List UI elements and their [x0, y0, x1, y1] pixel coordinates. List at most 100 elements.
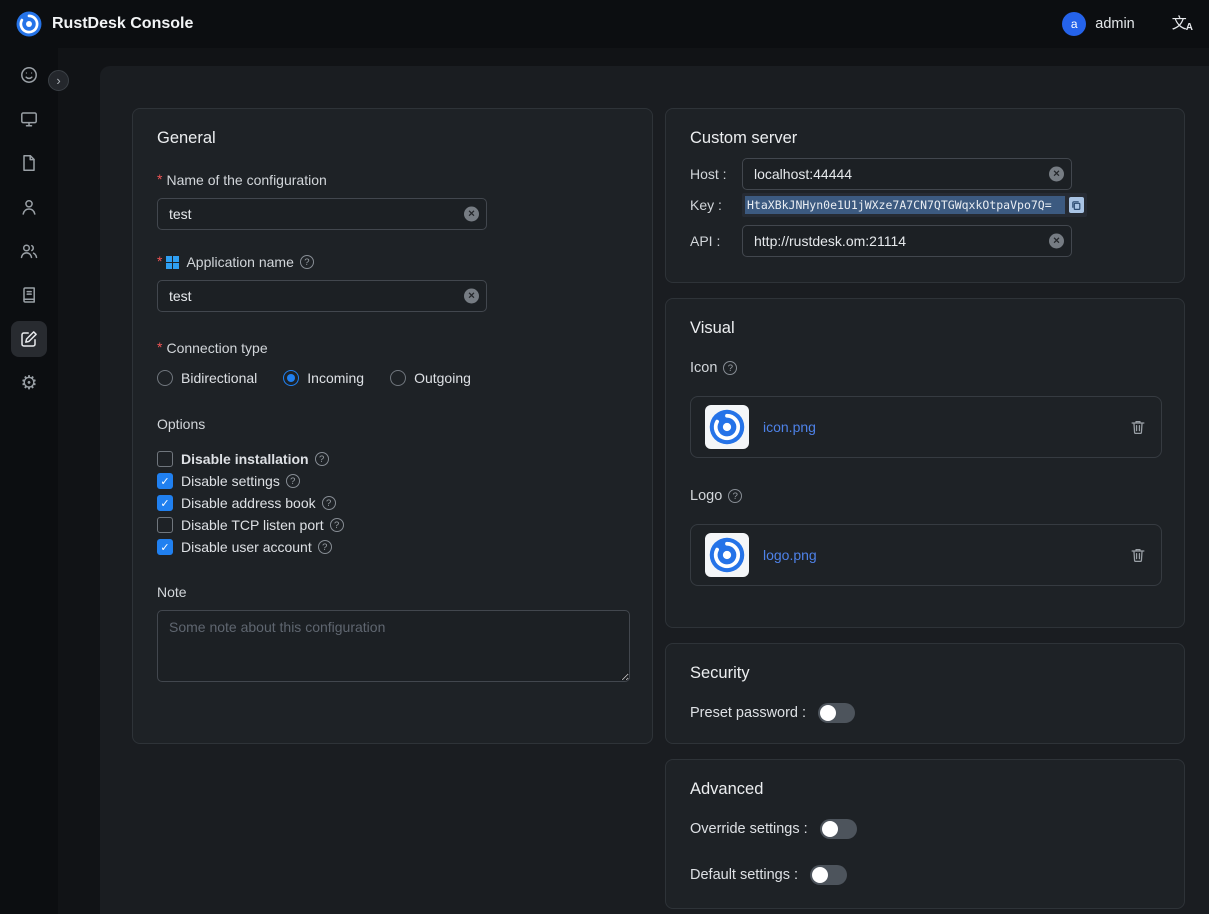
clear-icon[interactable]: ✕	[1049, 234, 1064, 249]
clear-icon[interactable]: ✕	[464, 289, 479, 304]
options-checkbox-list: Disable installation ? ✓ Disable setting…	[157, 448, 628, 558]
checkbox-row-disable-settings[interactable]: ✓ Disable settings ?	[157, 470, 628, 492]
advanced-card-title: Advanced	[690, 780, 1160, 799]
logo-file-link[interactable]: logo.png	[763, 547, 817, 563]
app-title: RustDesk Console	[52, 15, 193, 33]
default-settings-row: Default settings :	[690, 865, 1160, 885]
options-label: Options	[157, 416, 628, 432]
sidebar-item-users[interactable]	[0, 185, 58, 229]
override-settings-toggle[interactable]	[820, 819, 857, 839]
sidebar-item-address-books[interactable]	[0, 273, 58, 317]
icon-label: Icon ?	[690, 360, 1160, 376]
icon-file-thumbnail	[705, 405, 749, 449]
left-column: General * Name of the configuration ✕ * …	[132, 108, 653, 744]
username[interactable]: admin	[1095, 16, 1135, 32]
gear-icon: ⚙	[11, 365, 47, 401]
required-asterisk: *	[157, 171, 162, 187]
windows-icon	[166, 256, 179, 269]
help-icon[interactable]: ?	[728, 489, 742, 503]
clear-icon[interactable]: ✕	[1049, 167, 1064, 182]
sidebar-item-settings[interactable]: ⚙	[0, 361, 58, 405]
help-icon[interactable]: ?	[315, 452, 329, 466]
radio-label: Outgoing	[414, 370, 471, 386]
avatar[interactable]: a	[1062, 12, 1086, 36]
advanced-card: Advanced Override settings : Default set…	[665, 759, 1185, 909]
checkbox-checked[interactable]: ✓	[157, 473, 173, 489]
help-icon[interactable]: ?	[330, 518, 344, 532]
main-panel: General * Name of the configuration ✕ * …	[100, 66, 1209, 914]
logo-label-text: Logo	[690, 488, 722, 504]
app-name-input[interactable]	[157, 280, 487, 312]
top-bar: RustDesk Console a admin 文A	[0, 0, 1209, 48]
checkbox-row-disable-user-account[interactable]: ✓ Disable user account ?	[157, 536, 628, 558]
checkbox-label: Disable settings	[181, 473, 280, 489]
host-row: Host : ✕	[690, 158, 1160, 190]
checkbox-label: Disable address book	[181, 495, 316, 511]
note-textarea[interactable]	[157, 610, 630, 682]
app-name-input-wrap: ✕	[157, 280, 487, 312]
radio-dot	[390, 370, 406, 386]
help-icon[interactable]: ?	[318, 540, 332, 554]
default-settings-toggle[interactable]	[810, 865, 847, 885]
security-card-title: Security	[690, 664, 1160, 683]
key-value-text: HtaXBkJNHyn0e1U1jWXze7A7CN7QTGWqxkOtpaVp…	[745, 196, 1065, 214]
translate-icon[interactable]: 文A	[1172, 16, 1193, 33]
sidebar-collapse-button[interactable]: ›	[48, 70, 69, 91]
host-input[interactable]	[742, 158, 1072, 190]
host-label: Host :	[690, 166, 742, 182]
right-column: Custom server Host : ✕ Key : HtaXBkJNHyn…	[665, 108, 1185, 909]
checkbox-label: Disable installation	[181, 451, 309, 467]
help-icon[interactable]: ?	[723, 361, 737, 375]
smiley-icon	[11, 57, 47, 93]
custom-server-title: Custom server	[690, 129, 1160, 148]
translate-latin-glyph: A	[1186, 23, 1193, 33]
user-icon	[11, 189, 47, 225]
required-asterisk: *	[157, 253, 162, 269]
note-label-text: Note	[157, 584, 187, 600]
preset-password-toggle[interactable]	[818, 703, 855, 723]
checkbox-unchecked[interactable]	[157, 451, 173, 467]
name-input[interactable]	[157, 198, 487, 230]
general-card: General * Name of the configuration ✕ * …	[132, 108, 653, 744]
document-icon	[11, 145, 47, 181]
general-card-title: General	[157, 129, 628, 148]
preset-password-row: Preset password :	[690, 703, 1160, 723]
checkbox-label: Disable TCP listen port	[181, 517, 324, 533]
checkbox-row-disable-installation[interactable]: Disable installation ?	[157, 448, 628, 470]
trash-icon[interactable]	[1129, 418, 1147, 436]
sidebar-item-groups[interactable]	[0, 229, 58, 273]
visual-card: Visual Icon ? icon.png	[665, 298, 1185, 628]
checkbox-row-disable-tcp-listen-port[interactable]: Disable TCP listen port ?	[157, 514, 628, 536]
copy-icon[interactable]	[1069, 197, 1084, 213]
radio-label: Incoming	[307, 370, 364, 386]
sidebar-item-custom-clients[interactable]	[0, 317, 58, 361]
sidebar-item-audit[interactable]	[0, 141, 58, 185]
app-name-field-label-text: Application name	[186, 254, 293, 270]
override-settings-row: Override settings :	[690, 819, 1160, 839]
icon-file-link[interactable]: icon.png	[763, 419, 816, 435]
checkbox-unchecked[interactable]	[157, 517, 173, 533]
sidebar-item-devices[interactable]	[0, 97, 58, 141]
trash-icon[interactable]	[1129, 546, 1147, 564]
api-label: API :	[690, 233, 742, 249]
connection-type-label-text: Connection type	[166, 340, 267, 356]
clear-icon[interactable]: ✕	[464, 207, 479, 222]
checkbox-checked[interactable]: ✓	[157, 539, 173, 555]
radio-outgoing[interactable]: Outgoing	[390, 370, 471, 386]
help-icon[interactable]: ?	[286, 474, 300, 488]
checkbox-row-disable-address-book[interactable]: ✓ Disable address book ?	[157, 492, 628, 514]
help-icon[interactable]: ?	[300, 255, 314, 269]
translate-cjk-glyph: 文	[1172, 16, 1187, 31]
key-row: Key : HtaXBkJNHyn0e1U1jWXze7A7CN7QTGWqxk…	[690, 193, 1160, 217]
preset-password-label: Preset password :	[690, 705, 806, 721]
key-value-box: HtaXBkJNHyn0e1U1jWXze7A7CN7QTGWqxkOtpaVp…	[742, 193, 1087, 217]
radio-dot-checked	[283, 370, 299, 386]
api-input[interactable]	[742, 225, 1072, 257]
radio-incoming[interactable]: Incoming	[283, 370, 364, 386]
default-settings-label: Default settings :	[690, 867, 798, 883]
app-name-field-label: * Application name ?	[157, 254, 628, 270]
checkbox-checked[interactable]: ✓	[157, 495, 173, 511]
radio-bidirectional[interactable]: Bidirectional	[157, 370, 257, 386]
help-icon[interactable]: ?	[322, 496, 336, 510]
edit-square-icon	[11, 321, 47, 357]
